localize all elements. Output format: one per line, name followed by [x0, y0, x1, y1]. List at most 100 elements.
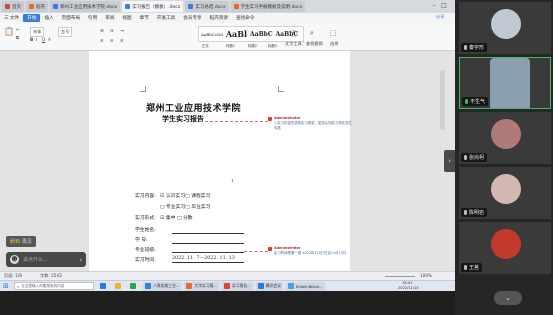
- menu-item[interactable]: 插入: [40, 15, 57, 21]
- vertical-scrollbar[interactable]: [440, 70, 445, 130]
- wps-window: 首页 稻壳 郑州工业应用技术学院.docx 实习报告（模板）.docx 实习总结.doc…: [0, 0, 455, 280]
- taskbar-app[interactable]: [113, 282, 125, 291]
- align-center-icon[interactable]: ≡: [110, 38, 114, 43]
- page-count: 页面: 1/8: [4, 273, 22, 278]
- paste-icon[interactable]: 📋: [4, 27, 14, 36]
- time-underline: [172, 262, 244, 263]
- scroll-down-button[interactable]: ⌄: [494, 291, 522, 305]
- comment-1[interactable]: Administrator 1.实习内容先选择实习类型，如找认知实习请在此栏勾选: [274, 116, 354, 130]
- menu-item[interactable]: 引用: [84, 15, 101, 21]
- font-color-icon[interactable]: A: [48, 37, 51, 42]
- comment-input[interactable]: ☻ 说点什么... ‹: [6, 252, 86, 267]
- form-field-value[interactable]: 2022. 11. 7—2022. 11. 13: [172, 256, 235, 261]
- emoji-icon[interactable]: ☻: [10, 255, 19, 264]
- menu-item[interactable]: 查找命令: [232, 15, 258, 21]
- select-icon[interactable]: ⬚: [330, 29, 337, 37]
- participant-tile[interactable]: 秦宇形: [459, 2, 551, 54]
- document-tab[interactable]: 实习总结.docx: [185, 1, 229, 12]
- select-label: 选择: [330, 41, 339, 46]
- menu-item[interactable]: 开始: [23, 14, 41, 22]
- participant-tile[interactable]: 陈明岩: [459, 167, 551, 219]
- form-field-value[interactable]: ☑ 认识实习□ 课程实习: [160, 192, 210, 199]
- bold-icon[interactable]: B: [30, 37, 33, 42]
- participant-name-tag: 秦宇形: [461, 43, 488, 52]
- zoom-slider[interactable]: [385, 276, 415, 277]
- crop-mark-top-right: [278, 86, 284, 92]
- document-tab[interactable]: 实习报告（模板）.docx: [122, 1, 184, 12]
- menu-item[interactable]: 开发工具: [153, 15, 179, 21]
- windows-start-icon[interactable]: ⊞: [3, 282, 11, 290]
- id-underline: [172, 243, 244, 244]
- comment-marker-1[interactable]: [268, 117, 272, 121]
- align-right-icon[interactable]: ≡: [120, 38, 124, 43]
- taskbar-app[interactable]: [98, 282, 110, 291]
- share-button[interactable]: 分享: [436, 14, 444, 20]
- document-tab[interactable]: 首页: [2, 1, 24, 12]
- participant-tile[interactable]: 张尚柯: [459, 112, 551, 164]
- taskbar-app[interactable]: 大学实习报...: [184, 281, 220, 291]
- taskbar-app-label: 八周实践工业...: [153, 283, 180, 288]
- comment-2[interactable]: Administrator 实习时间是第一周 2022年11月7日至11月13日: [274, 246, 354, 255]
- font-name-select[interactable]: 宋体: [30, 27, 45, 37]
- indent-icon[interactable]: ⇥: [120, 28, 124, 33]
- form-field-value[interactable]: ☑ 集中 □ 分散: [160, 214, 193, 221]
- document-tab-label: 学生实习手册模板及说明.docx: [240, 4, 303, 10]
- minimize-icon[interactable]: –: [430, 2, 438, 10]
- taskbar-app-icon: [186, 283, 193, 289]
- taskbar-app[interactable]: 腾讯会议: [255, 281, 284, 291]
- form-field-value[interactable]: □ 专业实习□ 毕业实习: [160, 203, 211, 210]
- italic-icon[interactable]: I: [36, 37, 37, 42]
- menu-item[interactable]: 会员专享: [179, 15, 205, 21]
- menu-item[interactable]: 稻壳资源: [206, 15, 232, 21]
- taskbar-app[interactable]: Bilibili/Bilibil...: [286, 281, 325, 291]
- style-heading2[interactable]: AaBbC: [250, 31, 273, 38]
- style-label-normal: 正文: [202, 44, 209, 48]
- taskbar-app-label: 实习报告...: [232, 283, 251, 288]
- participant-tile[interactable]: 不生气: [459, 57, 551, 109]
- font-size-select[interactable]: 五号: [58, 27, 73, 37]
- taskbar-search[interactable]: ⌕ 在这里输入你要搜索的内容: [14, 282, 94, 290]
- find-replace-label: 查找替换: [306, 41, 323, 46]
- taskbar-app-icon: [100, 283, 106, 289]
- participant-name-tag: 王莒: [461, 263, 483, 272]
- taskbar-app[interactable]: 实习报告...: [222, 281, 253, 291]
- back-button[interactable]: 刷到 再见: [6, 236, 36, 247]
- comment-marker-2[interactable]: [268, 247, 272, 251]
- comment-connector-2: [244, 251, 268, 252]
- document-tab[interactable]: 稻壳: [26, 1, 48, 12]
- bullet-list-icon[interactable]: ☰: [100, 28, 104, 33]
- form-field-label: 专业班级:: [135, 248, 156, 253]
- find-replace-icon[interactable]: ⌕: [310, 29, 314, 38]
- participant-name: 张尚柯: [469, 155, 485, 161]
- document-tab-label: 稻壳: [36, 4, 45, 10]
- document-tab[interactable]: 学生实习手册模板及说明.docx: [230, 1, 306, 12]
- mic-muted-icon: [464, 210, 467, 215]
- menu-item[interactable]: 页面布局: [58, 15, 84, 21]
- page-marker: 1: [231, 178, 234, 183]
- comment-connector-1: [200, 121, 268, 122]
- maximize-icon[interactable]: □: [440, 2, 448, 10]
- taskbar-app-icon: [145, 283, 151, 289]
- style-heading1[interactable]: AaBl: [226, 29, 247, 39]
- taskbar-app[interactable]: 八周实践工业...: [143, 281, 182, 291]
- panel-collapse-button[interactable]: ›: [444, 150, 455, 172]
- menu-item[interactable]: 审阅: [101, 15, 118, 21]
- participant-tile[interactable]: 王莒: [459, 222, 551, 274]
- document-tab-icon: [233, 4, 239, 9]
- collapse-chevron-icon[interactable]: ‹: [79, 256, 82, 264]
- cut-icon[interactable]: ✂: [16, 27, 20, 32]
- status-bar: 页面: 1/8 字数: 2543 100%: [0, 271, 455, 280]
- menu-item[interactable]: 章节: [136, 15, 153, 21]
- menu-item[interactable]: 三 文件: [0, 15, 23, 21]
- document-title: 郑州工业应用技术学院: [146, 104, 242, 114]
- copy-icon[interactable]: ⧉: [16, 35, 19, 40]
- style-normal[interactable]: AaBbCcDd: [201, 32, 223, 37]
- document-tab[interactable]: 郑州工业应用技术学院.docx: [50, 1, 121, 12]
- text-tools-icon[interactable]: Ⓐ: [290, 29, 297, 39]
- zoom-level[interactable]: 100%: [420, 273, 432, 278]
- taskbar-app[interactable]: [128, 282, 140, 291]
- menu-item[interactable]: 视图: [118, 15, 135, 21]
- align-left-icon[interactable]: ≡: [100, 38, 104, 43]
- numbered-list-icon[interactable]: ☷: [110, 28, 114, 33]
- underline-icon[interactable]: U: [42, 37, 45, 42]
